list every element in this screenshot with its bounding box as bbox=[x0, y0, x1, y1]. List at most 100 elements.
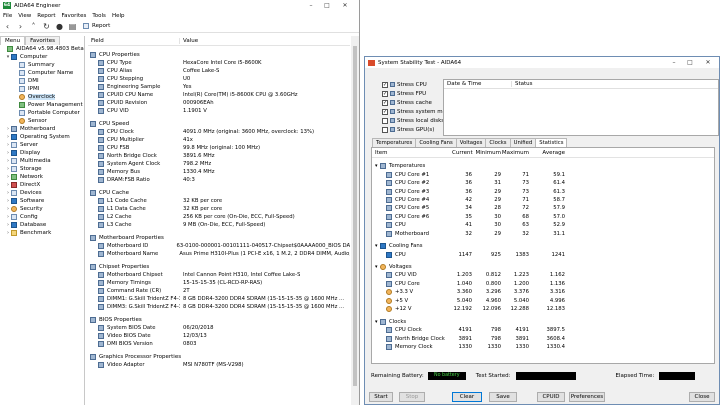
stress-option-stress-gpu-s[interactable]: Stress GPU(s) bbox=[382, 125, 434, 134]
preferences-button[interactable]: Preferences bbox=[569, 392, 605, 402]
back-icon[interactable]: ‹ bbox=[3, 22, 12, 31]
property-row[interactable]: Motherboard Chipset Intel Cannon Point H3… bbox=[88, 271, 350, 279]
clear-button[interactable]: Clear bbox=[452, 392, 482, 402]
property-row[interactable]: North Bridge Clock 3891.6 MHz bbox=[88, 152, 350, 160]
tree-item-portable-computer[interactable]: Portable Computer bbox=[0, 109, 84, 117]
tree-item-network[interactable]: › Network bbox=[0, 173, 84, 181]
tree-item-motherboard[interactable]: › Motherboard bbox=[0, 125, 84, 133]
property-row[interactable]: System Agent Clock 798.2 MHz bbox=[88, 160, 350, 168]
tree-item-dmi[interactable]: DMI bbox=[0, 77, 84, 85]
tree-item-directx[interactable]: › DirectX bbox=[0, 181, 84, 189]
tree-item-config[interactable]: › Config bbox=[0, 213, 84, 221]
tree-item-summary[interactable]: Summary bbox=[0, 61, 84, 69]
stats-row[interactable]: Motherboard 32 29 32 31.1 bbox=[372, 230, 714, 238]
checkbox[interactable] bbox=[382, 117, 388, 124]
cpuid-button[interactable]: CPUID bbox=[537, 392, 565, 402]
tree-item-software[interactable]: › Software bbox=[0, 197, 84, 205]
refresh-icon[interactable]: ↻ bbox=[42, 22, 51, 31]
menu-help[interactable]: Help bbox=[112, 13, 125, 19]
tree-item-display[interactable]: › Display bbox=[0, 149, 84, 157]
column-average[interactable]: Average bbox=[529, 150, 565, 156]
stop-button[interactable]: Stop bbox=[399, 392, 425, 402]
stats-row[interactable]: CPU 1147 925 1383 1241 bbox=[372, 250, 714, 258]
stats-row[interactable]: CPU Core #5 34 28 72 57.9 bbox=[372, 204, 714, 212]
property-row[interactable]: L1 Data Cache 32 KB per core bbox=[88, 205, 350, 213]
expanded-arrow-icon[interactable]: ▾ bbox=[375, 319, 379, 325]
column-item[interactable]: Item bbox=[372, 150, 452, 156]
tree-item-server[interactable]: › Server bbox=[0, 141, 84, 149]
property-row[interactable]: Memory Bus 1330.4 MHz bbox=[88, 168, 350, 176]
up-icon[interactable]: ˄ bbox=[29, 22, 38, 31]
checkbox[interactable]: ✓ bbox=[382, 90, 388, 97]
stats-row[interactable]: CPU Core #6 35 30 68 57.0 bbox=[372, 213, 714, 221]
checkbox[interactable] bbox=[382, 126, 388, 133]
maximize-icon[interactable]: □ bbox=[320, 1, 334, 10]
stats-row[interactable]: +12 V 12.192 12.096 12.288 12.183 bbox=[372, 305, 714, 313]
start-button[interactable]: Start bbox=[369, 392, 393, 402]
tree-item-devices[interactable]: › Devices bbox=[0, 189, 84, 197]
property-row[interactable]: DRAM:FSB Ratio 40:3 bbox=[88, 176, 350, 184]
property-row[interactable]: L3 Cache 9 MB (On-Die, ECC, Full-Speed) bbox=[88, 221, 350, 229]
maximize-icon[interactable]: □ bbox=[683, 58, 697, 67]
stress-option-stress-cache[interactable]: ✓ Stress cache bbox=[382, 98, 432, 107]
minimize-icon[interactable]: – bbox=[304, 1, 318, 10]
stats-row[interactable]: CPU Core #4 42 29 71 58.7 bbox=[372, 196, 714, 204]
property-row[interactable]: Motherboard Name Asus Prime H310I-Plus (1… bbox=[88, 250, 350, 258]
property-row[interactable]: Motherboard ID 63-0100-000001-00101111-04… bbox=[88, 242, 350, 250]
stats-row[interactable]: +5 V 5.040 4.960 5.040 4.996 bbox=[372, 297, 714, 305]
property-row[interactable]: System BIOS Date 06/20/2018 bbox=[88, 324, 350, 332]
menu-report[interactable]: Report bbox=[37, 13, 55, 19]
save-button[interactable]: Save bbox=[489, 392, 517, 402]
expanded-arrow-icon[interactable]: ▾ bbox=[375, 264, 379, 270]
property-row[interactable]: L2 Cache 256 KB per core (On-Die, ECC, Fu… bbox=[88, 213, 350, 221]
scrollbar-thumb[interactable] bbox=[353, 46, 357, 386]
property-row[interactable]: Video Adapter MSI N780TF (MS-V298) bbox=[88, 361, 350, 369]
tree-item-storage[interactable]: › Storage bbox=[0, 165, 84, 173]
property-row[interactable]: CPU Multiplier 41x bbox=[88, 136, 350, 144]
close-icon[interactable]: ✕ bbox=[701, 58, 715, 67]
close-button[interactable]: Close bbox=[689, 392, 715, 402]
tree-item-computer-name[interactable]: Computer Name bbox=[0, 69, 84, 77]
stats-row[interactable]: Memory Clock 1330 1330 1330 1330.4 bbox=[372, 343, 714, 351]
stats-row[interactable]: CPU Core 1.040 0.800 1.200 1.136 bbox=[372, 280, 714, 288]
stats-row[interactable]: CPU Core #3 36 29 73 61.3 bbox=[372, 187, 714, 195]
tab-unified[interactable]: Unified bbox=[509, 138, 537, 147]
checkbox[interactable]: ✓ bbox=[382, 99, 388, 106]
menu-favorites[interactable]: Favorites bbox=[62, 13, 87, 19]
chart-icon[interactable]: ▤ bbox=[68, 22, 77, 31]
column-status[interactable]: Status bbox=[512, 81, 533, 87]
stats-row[interactable]: North Bridge Clock 3891 798 3891 3608.4 bbox=[372, 334, 714, 342]
stats-row[interactable]: CPU Clock 4191 798 4191 3897.5 bbox=[372, 326, 714, 334]
property-row[interactable]: CPUID CPU Name Intel(R) Core(TM) i5-8600K… bbox=[88, 91, 350, 99]
forward-icon[interactable]: › bbox=[16, 22, 25, 31]
stats-row[interactable]: +3.3 V 3.360 3.296 3.376 3.316 bbox=[372, 288, 714, 296]
stress-option-stress-local-disks[interactable]: Stress local disks bbox=[382, 116, 444, 125]
menu-file[interactable]: File bbox=[3, 13, 12, 19]
report-button[interactable]: Report bbox=[83, 23, 110, 29]
menu-tools[interactable]: Tools bbox=[92, 13, 106, 19]
property-row[interactable]: DMI BIOS Version 0803 bbox=[88, 340, 350, 348]
tab-temperatures[interactable]: Temperatures bbox=[372, 138, 417, 147]
stress-option-stress-fpu[interactable]: ✓ Stress FPU bbox=[382, 89, 426, 98]
menu-view[interactable]: View bbox=[18, 13, 31, 19]
tree-item-overclock[interactable]: Overclock bbox=[0, 93, 84, 101]
tab-statistics[interactable]: Statistics bbox=[535, 138, 568, 147]
tab-cooling-fans[interactable]: Cooling Fans bbox=[415, 138, 457, 147]
column-field[interactable]: Field bbox=[88, 37, 180, 44]
property-row[interactable]: CPU Clock 4091.0 MHz (original: 3600 MHz,… bbox=[88, 128, 350, 136]
property-row[interactable]: Video BIOS Date 12/03/13 bbox=[88, 332, 350, 340]
column-value[interactable]: Value bbox=[180, 38, 198, 44]
column-date-time[interactable]: Date & Time bbox=[444, 81, 512, 87]
stats-row[interactable]: CPU Core #1 36 29 71 59.1 bbox=[372, 170, 714, 178]
tab-menu[interactable]: Menu bbox=[0, 36, 26, 45]
stats-row[interactable]: CPU 41 30 63 52.9 bbox=[372, 221, 714, 229]
tree-item-computer[interactable]: ▾ Computer bbox=[0, 53, 84, 61]
close-icon[interactable]: ✕ bbox=[338, 1, 352, 10]
tab-favorites[interactable]: Favorites bbox=[25, 36, 60, 45]
tree-item-operating-system[interactable]: › Operating System bbox=[0, 133, 84, 141]
property-row[interactable]: CPU Alias Coffee Lake-S bbox=[88, 67, 350, 75]
tab-clocks[interactable]: Clocks bbox=[485, 138, 511, 147]
tree-item-database[interactable]: › Database bbox=[0, 221, 84, 229]
stats-row[interactable]: CPU VID 1.203 0.812 1.223 1.162 bbox=[372, 271, 714, 279]
tab-voltages[interactable]: Voltages bbox=[455, 138, 487, 147]
